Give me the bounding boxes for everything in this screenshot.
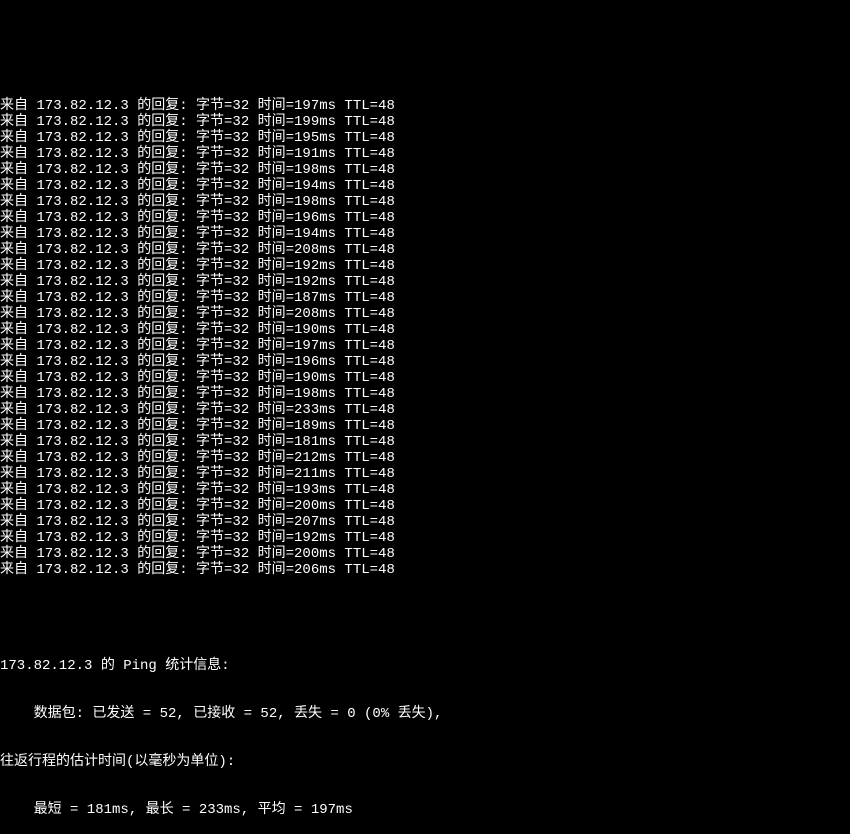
ping-reply-line: 来自 173.82.12.3 的回复: 字节=32 时间=196ms TTL=4… [0, 354, 850, 370]
ping-reply-line: 来自 173.82.12.3 的回复: 字节=32 时间=191ms TTL=4… [0, 146, 850, 162]
ping-reply-line: 来自 173.82.12.3 的回复: 字节=32 时间=192ms TTL=4… [0, 274, 850, 290]
ping-reply-line: 来自 173.82.12.3 的回复: 字节=32 时间=187ms TTL=4… [0, 290, 850, 306]
ping-reply-line: 来自 173.82.12.3 的回复: 字节=32 时间=207ms TTL=4… [0, 514, 850, 530]
ping-reply-line: 来自 173.82.12.3 的回复: 字节=32 时间=198ms TTL=4… [0, 162, 850, 178]
ping-reply-line: 来自 173.82.12.3 的回复: 字节=32 时间=195ms TTL=4… [0, 130, 850, 146]
ping-reply-line: 来自 173.82.12.3 的回复: 字节=32 时间=208ms TTL=4… [0, 242, 850, 258]
ping-reply-line: 来自 173.82.12.3 的回复: 字节=32 时间=189ms TTL=4… [0, 418, 850, 434]
ping-reply-line: 来自 173.82.12.3 的回复: 字节=32 时间=197ms TTL=4… [0, 98, 850, 114]
ping-replies: 来自 173.82.12.3 的回复: 字节=32 时间=197ms TTL=4… [0, 98, 850, 578]
ping-stats-rtt-header: 往返行程的估计时间(以毫秒为单位): [0, 754, 850, 770]
ping-reply-line: 来自 173.82.12.3 的回复: 字节=32 时间=192ms TTL=4… [0, 530, 850, 546]
ping-reply-line: 来自 173.82.12.3 的回复: 字节=32 时间=198ms TTL=4… [0, 194, 850, 210]
ping-reply-line: 来自 173.82.12.3 的回复: 字节=32 时间=211ms TTL=4… [0, 466, 850, 482]
ping-reply-line: 来自 173.82.12.3 的回复: 字节=32 时间=192ms TTL=4… [0, 258, 850, 274]
ping-reply-line: 来自 173.82.12.3 的回复: 字节=32 时间=199ms TTL=4… [0, 114, 850, 130]
ping-reply-line: 来自 173.82.12.3 的回复: 字节=32 时间=233ms TTL=4… [0, 402, 850, 418]
ping-reply-line: 来自 173.82.12.3 的回复: 字节=32 时间=208ms TTL=4… [0, 306, 850, 322]
ping-stats-packets: 数据包: 已发送 = 52, 已接收 = 52, 丢失 = 0 (0% 丢失), [0, 706, 850, 722]
ping-reply-line: 来自 173.82.12.3 的回复: 字节=32 时间=197ms TTL=4… [0, 338, 850, 354]
ping-reply-line: 来自 173.82.12.3 的回复: 字节=32 时间=212ms TTL=4… [0, 450, 850, 466]
ping-reply-line: 来自 173.82.12.3 的回复: 字节=32 时间=181ms TTL=4… [0, 434, 850, 450]
ping-reply-line: 来自 173.82.12.3 的回复: 字节=32 时间=194ms TTL=4… [0, 226, 850, 242]
ping-reply-line: 来自 173.82.12.3 的回复: 字节=32 时间=190ms TTL=4… [0, 370, 850, 386]
ping-reply-line: 来自 173.82.12.3 的回复: 字节=32 时间=200ms TTL=4… [0, 498, 850, 514]
ping-reply-line: 来自 173.82.12.3 的回复: 字节=32 时间=190ms TTL=4… [0, 322, 850, 338]
ping-reply-line: 来自 173.82.12.3 的回复: 字节=32 时间=193ms TTL=4… [0, 482, 850, 498]
ping-reply-line: 来自 173.82.12.3 的回复: 字节=32 时间=196ms TTL=4… [0, 210, 850, 226]
terminal-output: 来自 173.82.12.3 的回复: 字节=32 时间=197ms TTL=4… [0, 66, 850, 622]
blank-line [0, 610, 850, 626]
ping-reply-line: 来自 173.82.12.3 的回复: 字节=32 时间=194ms TTL=4… [0, 178, 850, 194]
ping-stats-header: 173.82.12.3 的 Ping 统计信息: [0, 658, 850, 674]
ping-stats-rtt: 最短 = 181ms, 最长 = 233ms, 平均 = 197ms [0, 802, 850, 818]
ping-reply-line: 来自 173.82.12.3 的回复: 字节=32 时间=198ms TTL=4… [0, 386, 850, 402]
ping-reply-line: 来自 173.82.12.3 的回复: 字节=32 时间=206ms TTL=4… [0, 562, 850, 578]
